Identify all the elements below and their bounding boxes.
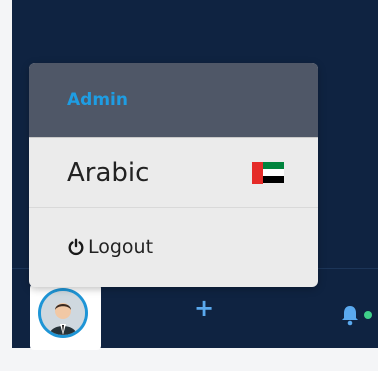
menu-item-language[interactable]: Arabic <box>29 138 318 208</box>
menu-header: Admin <box>29 63 318 138</box>
menu-header-label: Admin <box>67 90 128 110</box>
add-icon[interactable]: + <box>193 296 215 320</box>
bell-icon[interactable] <box>340 304 360 326</box>
avatar-button[interactable] <box>30 284 101 350</box>
avatar[interactable] <box>38 288 88 338</box>
logout-label: Logout <box>88 236 154 258</box>
notification-status-dot <box>364 311 372 319</box>
user-dropdown-menu: Admin Arabic Logout <box>29 63 318 287</box>
power-icon <box>68 238 84 256</box>
page-strip <box>0 348 378 371</box>
uae-flag-icon <box>252 161 284 184</box>
menu-item-logout[interactable]: Logout <box>29 208 318 286</box>
language-label: Arabic <box>67 157 150 188</box>
user-avatar-icon <box>41 291 85 335</box>
